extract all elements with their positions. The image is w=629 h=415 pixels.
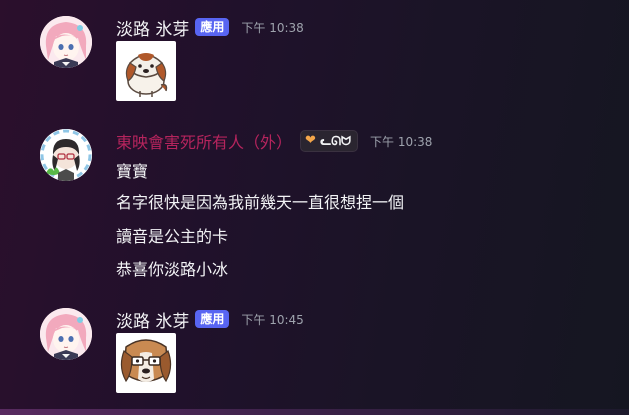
message-line: 寶寶 xyxy=(116,162,149,181)
username[interactable]: 淡路 氷芽 xyxy=(116,15,189,40)
message-3: 淡路 氷芽 應用 下午 10:45 xyxy=(0,300,629,410)
timestamp[interactable]: 下午 10:38 xyxy=(241,19,303,36)
guild-tag-label: ᓚᘏᗢ xyxy=(319,134,352,148)
avatar-image xyxy=(40,308,92,360)
app-badge: 應用 xyxy=(195,310,230,328)
beagle-glasses-sticker-icon xyxy=(116,333,176,393)
message-header: 東映會害死所有人（外） ❤ ᓚᘏᗢ 下午 10:38 xyxy=(116,130,432,152)
sticker[interactable] xyxy=(116,41,176,101)
guild-tag[interactable]: ❤ ᓚᘏᗢ xyxy=(300,130,359,152)
timestamp[interactable]: 下午 10:38 xyxy=(370,133,432,150)
message-header: 淡路 氷芽 應用 下午 10:45 xyxy=(116,307,304,332)
message-line: 讀音是公主的卡 xyxy=(116,227,229,246)
username[interactable]: 淡路 氷芽 xyxy=(116,307,189,332)
avatar[interactable] xyxy=(40,308,92,360)
message-header: 淡路 氷芽 應用 下午 10:38 xyxy=(116,15,304,40)
avatar-image xyxy=(40,16,92,68)
sticker[interactable] xyxy=(116,333,176,393)
avatar-image xyxy=(40,129,92,181)
avatar[interactable] xyxy=(40,16,92,68)
app-badge: 應用 xyxy=(195,18,230,36)
username[interactable]: 東映會害死所有人（外） xyxy=(116,129,292,153)
timestamp[interactable]: 下午 10:45 xyxy=(241,311,303,328)
message-line: 名字很快是因為我前幾天一直很想捏一個 xyxy=(116,193,405,212)
scroll-edge xyxy=(0,409,629,415)
avatar[interactable] xyxy=(40,129,92,181)
message-line: 恭喜你淡路小冰 xyxy=(116,260,229,279)
beagle-sticker-icon xyxy=(116,41,176,101)
message-2: 東映會害死所有人（外） ❤ ᓚᘏᗢ 下午 10:38 寶寶 名字很快是因為我前幾… xyxy=(0,120,629,290)
heart-icon: ❤ xyxy=(305,133,316,148)
message-1: 淡路 氷芽 應用 下午 10:38 xyxy=(0,0,629,110)
